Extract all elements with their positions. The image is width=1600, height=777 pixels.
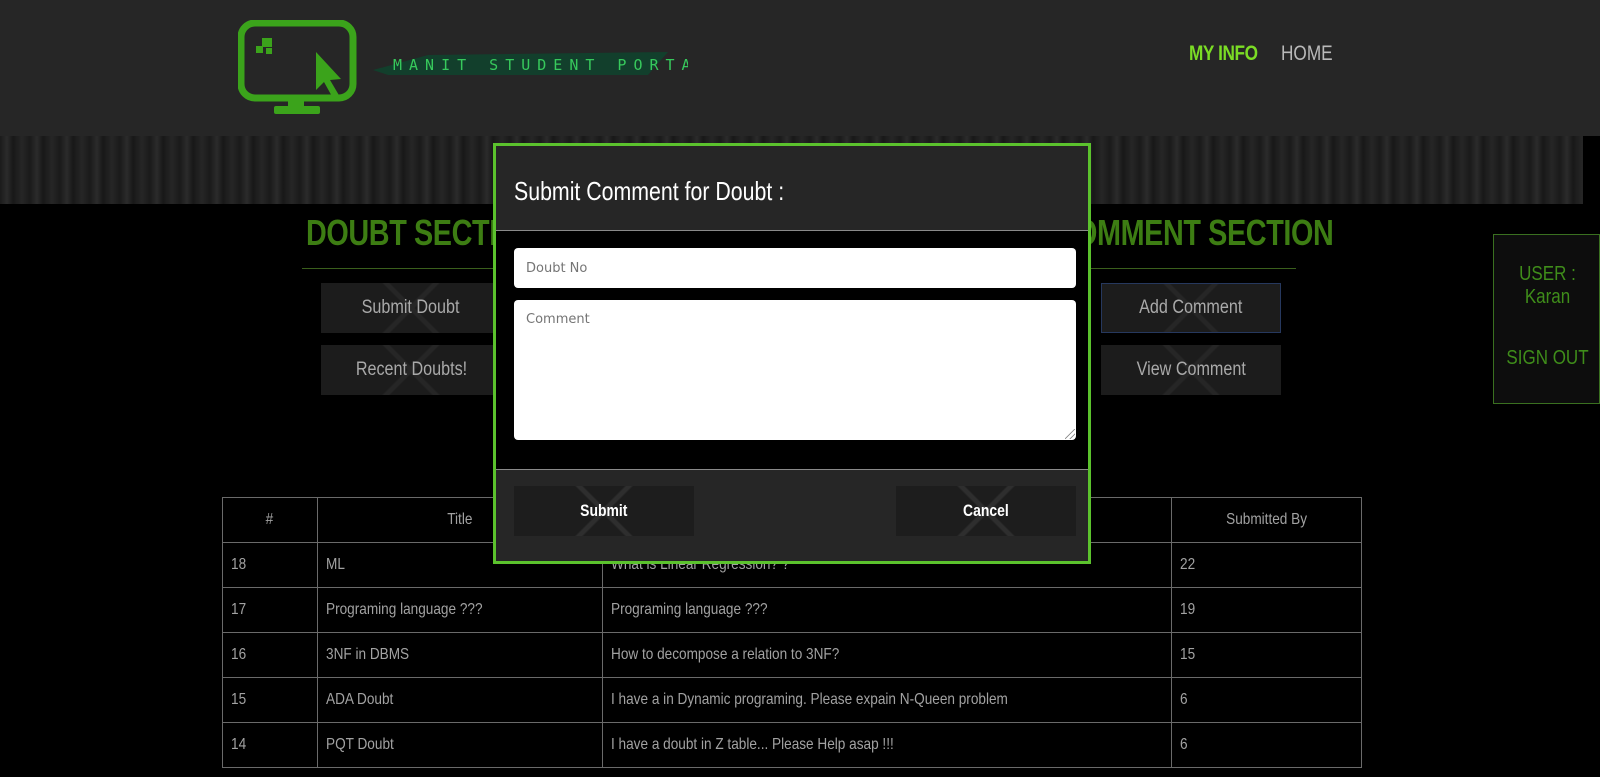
recent-doubts-button[interactable]: Recent Doubts! — [321, 345, 501, 395]
cancel-label: Cancel — [963, 501, 1009, 520]
cell-title: ADA Doubt — [316, 677, 603, 723]
comment-divider — [1090, 268, 1296, 269]
resize-handle-icon[interactable] — [1065, 429, 1075, 439]
brand-text: MANIT STUDENT PORTAL — [393, 56, 688, 74]
cell-description: How to decompose a relation to 3NF? — [601, 632, 1173, 678]
user-label: USER : Karan — [1519, 263, 1576, 308]
submit-doubt-button[interactable]: Submit Doubt — [321, 283, 501, 333]
doubt-no-input[interactable] — [514, 248, 1076, 288]
cell-title: PQT Doubt — [316, 722, 603, 768]
cell-id: 15 — [222, 677, 318, 723]
cell-title: Programing language ??? — [316, 587, 603, 633]
add-comment-label: Add Comment — [1139, 297, 1243, 318]
sign-out-link[interactable]: SIGN OUT — [1502, 347, 1593, 370]
col-header-submitted-by: Submitted By — [1171, 497, 1362, 543]
doubt-divider — [302, 268, 502, 269]
cell-id: 18 — [222, 542, 318, 588]
monitor-cursor-icon[interactable]: MANIT STUDENT PORTAL — [238, 20, 688, 120]
submit-button[interactable]: Submit — [514, 486, 694, 536]
table-row: 16 3NF in DBMS How to decompose a relati… — [222, 632, 1362, 678]
cell-submitted-by: 22 — [1171, 542, 1362, 588]
table-row: 15 ADA Doubt I have a in Dynamic program… — [222, 677, 1362, 723]
cell-submitted-by: 6 — [1171, 677, 1362, 723]
cell-id: 16 — [222, 632, 318, 678]
cancel-button[interactable]: Cancel — [896, 486, 1076, 536]
comment-section-title: OMMENT SECTION — [1075, 212, 1334, 253]
cell-id: 17 — [222, 587, 318, 633]
table-row: 17 Programing language ??? Programing la… — [222, 587, 1362, 633]
cell-description: I have a in Dynamic programing. Please e… — [601, 677, 1173, 723]
cell-submitted-by: 15 — [1171, 632, 1362, 678]
view-comment-label: View Comment — [1136, 359, 1246, 380]
nav-home[interactable]: HOME — [1281, 42, 1333, 66]
cell-submitted-by: 6 — [1171, 722, 1362, 768]
modal-header: Submit Comment for Doubt : — [496, 146, 1088, 231]
cell-title: 3NF in DBMS — [316, 632, 603, 678]
header: MANIT STUDENT PORTAL MY INFO HOME — [0, 0, 1600, 136]
view-comment-button[interactable]: View Comment — [1101, 345, 1281, 395]
cell-description: I have a doubt in Z table... Please Help… — [601, 722, 1173, 768]
col-header-id: # — [222, 497, 318, 543]
submit-label: Submit — [580, 501, 628, 520]
cell-submitted-by: 19 — [1171, 587, 1362, 633]
submit-doubt-label: Submit Doubt — [362, 297, 460, 318]
submit-comment-modal: Submit Comment for Doubt : Submit Cancel — [493, 143, 1091, 564]
user-panel: USER : Karan SIGN OUT — [1493, 234, 1600, 404]
modal-title: Submit Comment for Doubt : — [514, 176, 785, 206]
modal-footer: Submit Cancel — [496, 469, 1088, 561]
recent-doubts-label: Recent Doubts! — [355, 359, 467, 380]
cell-description: Programing language ??? — [601, 587, 1173, 633]
cell-id: 14 — [222, 722, 318, 768]
nav-my-info[interactable]: MY INFO — [1189, 42, 1258, 66]
add-comment-button[interactable]: Add Comment — [1101, 283, 1281, 333]
table-row: 14 PQT Doubt I have a doubt in Z table..… — [222, 722, 1362, 768]
comment-textarea[interactable] — [514, 300, 1076, 440]
